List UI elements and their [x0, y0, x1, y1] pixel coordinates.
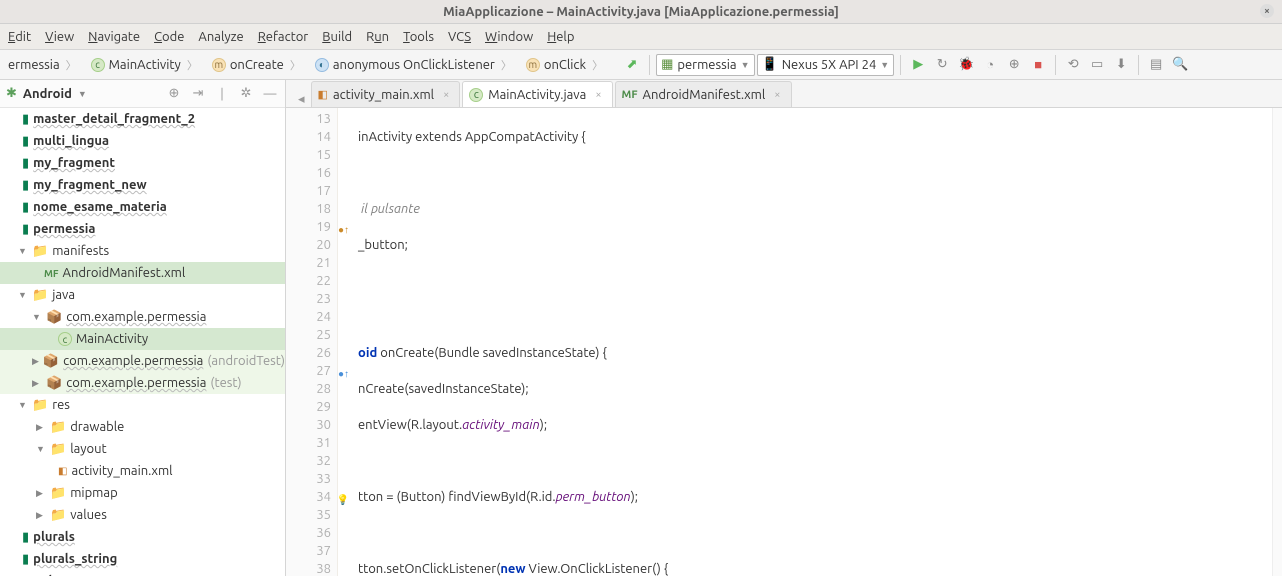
code-editor[interactable]: 13 14 15 16 17 18 19●↑ 20 21 22 23 24 25…: [286, 108, 1282, 576]
attach-icon[interactable]: ⊕: [1003, 54, 1025, 76]
method-icon: m: [526, 58, 540, 72]
file-layout-xml[interactable]: ◧activity_main.xml: [0, 460, 285, 482]
folder-values[interactable]: ▶📁values: [0, 504, 285, 526]
sync-icon[interactable]: ⟲: [1062, 54, 1084, 76]
package-androidtest[interactable]: ▶📦com.example.permessia (androidTest): [0, 350, 285, 372]
folder-drawable[interactable]: ▶📁drawable: [0, 416, 285, 438]
folder-layout[interactable]: ▼📁layout: [0, 438, 285, 460]
run-config-selector[interactable]: ▦permessia▼: [656, 54, 754, 76]
editor-tabs: ◂ ◧activity_main.xml× cMainActivity.java…: [286, 80, 1282, 108]
lightbulb-icon[interactable]: 💡: [337, 491, 349, 509]
folder-manifests[interactable]: ▼📁manifests: [0, 240, 285, 262]
module-item[interactable]: ▮multi_lingua: [0, 130, 285, 152]
menu-view[interactable]: View: [45, 30, 74, 44]
profile-icon[interactable]: ◔: [979, 54, 1001, 76]
interface-icon: ◐: [315, 58, 329, 72]
menu-edit[interactable]: Edit: [8, 30, 31, 44]
sidebar-header: ✱ Android ▼ ⊕ ⇥ | ✲ —: [0, 80, 285, 108]
menu-tools[interactable]: Tools: [403, 30, 434, 44]
apply-changes-icon[interactable]: ↻: [931, 54, 953, 76]
project-tree[interactable]: ▮master_detail_fragment_2 ▮multi_lingua …: [0, 108, 285, 576]
close-icon[interactable]: ×: [1260, 4, 1274, 18]
close-icon[interactable]: ×: [595, 89, 601, 101]
module-item[interactable]: ▮master_detail_fragment_2: [0, 108, 285, 130]
avd-icon[interactable]: ▭: [1086, 54, 1108, 76]
search-icon[interactable]: 🔍: [1169, 54, 1191, 76]
folder-mipmap[interactable]: ▶📁mipmap: [0, 482, 285, 504]
menu-build[interactable]: Build: [322, 30, 352, 44]
module-item[interactable]: ▮plurals_string: [0, 548, 285, 570]
device-selector[interactable]: 📱Nexus 5X API 24▼: [757, 54, 895, 76]
implements-icon[interactable]: ●↑: [338, 365, 349, 383]
menu-vcs[interactable]: VCS: [448, 30, 471, 44]
package-item[interactable]: ▼📦com.example.permessia: [0, 306, 285, 328]
module-item[interactable]: ▮my_fragment_new: [0, 174, 285, 196]
stop-icon[interactable]: ■: [1027, 54, 1049, 76]
module-item[interactable]: ▮my_fragment: [0, 152, 285, 174]
breadcrumb[interactable]: ◐anonymous OnClickListener: [311, 54, 520, 76]
breadcrumb[interactable]: ermessia: [4, 54, 85, 76]
debug-icon[interactable]: 🐞: [955, 54, 977, 76]
module-item[interactable]: ▮permessia: [0, 218, 285, 240]
override-up-icon[interactable]: ●↑: [338, 221, 349, 239]
class-icon: c: [469, 88, 483, 102]
prev-tab-icon[interactable]: ◂: [292, 92, 311, 107]
file-manifest[interactable]: MFAndroidManifest.xml: [0, 262, 285, 284]
module-item[interactable]: ▮pulsante: [0, 570, 285, 576]
breadcrumb[interactable]: monCreate: [208, 54, 309, 76]
menu-refactor[interactable]: Refactor: [258, 30, 309, 44]
menu-help[interactable]: Help: [547, 30, 574, 44]
window-title: MiaApplicazione – MainActivity.java [Mia…: [443, 5, 839, 19]
navigation-toolbar: ermessia cMainActivity monCreate ◐anonym…: [0, 50, 1282, 80]
menu-run[interactable]: Run: [366, 30, 389, 44]
class-icon: c: [58, 332, 72, 346]
class-icon: c: [91, 58, 105, 72]
hide-icon[interactable]: —: [261, 87, 279, 101]
error-stripe[interactable]: [1272, 108, 1282, 576]
scroll-from-source-icon[interactable]: ⊕: [165, 86, 183, 101]
folder-res[interactable]: ▼📁res: [0, 394, 285, 416]
compile-icon[interactable]: ⬈: [621, 54, 643, 76]
package-test[interactable]: ▶📦com.example.permessia (test): [0, 372, 285, 394]
folder-java[interactable]: ▼📁java: [0, 284, 285, 306]
menu-analyze[interactable]: Analyze: [198, 30, 243, 44]
structure-icon[interactable]: ▤: [1145, 54, 1167, 76]
tab-activity-main[interactable]: ◧activity_main.xml×: [311, 81, 461, 107]
window-titlebar: MiaApplicazione – MainActivity.java [Mia…: [0, 0, 1282, 24]
close-icon[interactable]: ×: [774, 89, 780, 101]
close-icon[interactable]: ×: [443, 89, 449, 101]
code-content[interactable]: inActivity extends AppCompatActivity { i…: [338, 108, 1282, 576]
view-mode[interactable]: Android: [23, 87, 72, 101]
class-mainactivity[interactable]: cMainActivity: [0, 328, 285, 350]
tab-mainactivity[interactable]: cMainActivity.java×: [462, 81, 612, 107]
gutter: 13 14 15 16 17 18 19●↑ 20 21 22 23 24 25…: [286, 108, 338, 576]
method-icon: m: [212, 58, 226, 72]
collapse-icon[interactable]: ⇥: [189, 86, 207, 101]
menubar: Edit View Navigate Code Analyze Refactor…: [0, 24, 1282, 50]
project-sidebar: ✱ Android ▼ ⊕ ⇥ | ✲ — ▮master_detail_fra…: [0, 80, 286, 576]
breadcrumb[interactable]: monClick: [522, 54, 611, 76]
tab-manifest[interactable]: MFAndroidManifest.xml×: [615, 81, 792, 107]
menu-code[interactable]: Code: [154, 30, 184, 44]
editor-area: ◂ ◧activity_main.xml× cMainActivity.java…: [286, 80, 1282, 576]
menu-navigate[interactable]: Navigate: [88, 30, 140, 44]
module-item[interactable]: ▮plurals: [0, 526, 285, 548]
divider: |: [213, 87, 231, 101]
settings-icon[interactable]: ✲: [237, 86, 255, 101]
run-icon[interactable]: ▶: [907, 54, 929, 76]
breadcrumb[interactable]: cMainActivity: [87, 54, 206, 76]
sdk-icon[interactable]: ⬇: [1110, 54, 1132, 76]
module-item[interactable]: ▮nome_esame_materia: [0, 196, 285, 218]
menu-window[interactable]: Window: [485, 30, 533, 44]
